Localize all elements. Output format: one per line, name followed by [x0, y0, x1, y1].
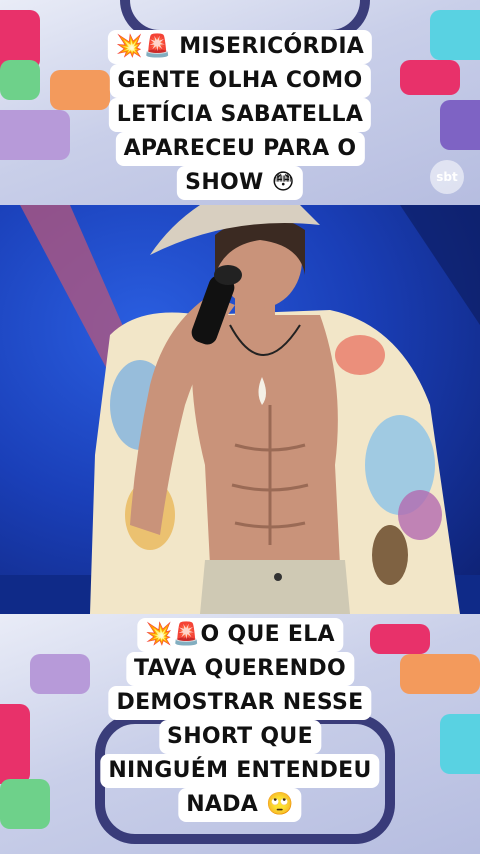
caption-line: SHORT QUE	[159, 720, 321, 754]
caption-line: 💥🚨 MISERICÓRDIA	[107, 30, 373, 64]
decor-tile	[440, 100, 480, 150]
caption-line: GENTE OLHA COMO	[109, 64, 371, 98]
decor-tile	[440, 714, 480, 774]
shirt-pattern	[398, 490, 442, 540]
decor-tile	[0, 779, 50, 829]
shorts	[200, 560, 350, 614]
decor-tile	[0, 704, 30, 784]
microphone-head	[214, 265, 242, 285]
caption-bottom: 💥🚨O QUE ELA TAVA QUERENDO DEMOSTRAR NESS…	[100, 618, 380, 822]
decor-tile	[30, 654, 90, 694]
caption-top: 💥🚨 MISERICÓRDIA GENTE OLHA COMO LETÍCIA …	[107, 30, 373, 200]
stage-shadow	[400, 205, 480, 325]
caption-line: NADA 🙄	[178, 788, 302, 822]
caption-line: TAVA QUERENDO	[126, 652, 354, 686]
stage-photo	[0, 205, 480, 614]
caption-line: 💥🚨O QUE ELA	[137, 618, 343, 652]
caption-line: APARECEU PARA O	[115, 132, 365, 166]
sbt-watermark-logo: sbt	[430, 160, 464, 194]
decor-tile	[0, 110, 70, 160]
shirt-pattern	[372, 525, 408, 585]
shirt-pattern	[335, 335, 385, 375]
caption-line: LETÍCIA SABATELLA	[108, 98, 372, 132]
caption-line: SHOW 😳	[177, 166, 303, 200]
performer-illustration	[0, 205, 480, 614]
decor-tile	[430, 10, 480, 60]
decor-tile	[400, 60, 460, 95]
caption-line: NINGUÉM ENTENDEU	[100, 754, 380, 788]
caption-line: DEMOSTRAR NESSE	[108, 686, 372, 720]
shorts-button	[274, 573, 282, 581]
decor-tile	[0, 60, 40, 100]
decor-tile	[400, 654, 480, 694]
decor-tile	[50, 70, 110, 110]
